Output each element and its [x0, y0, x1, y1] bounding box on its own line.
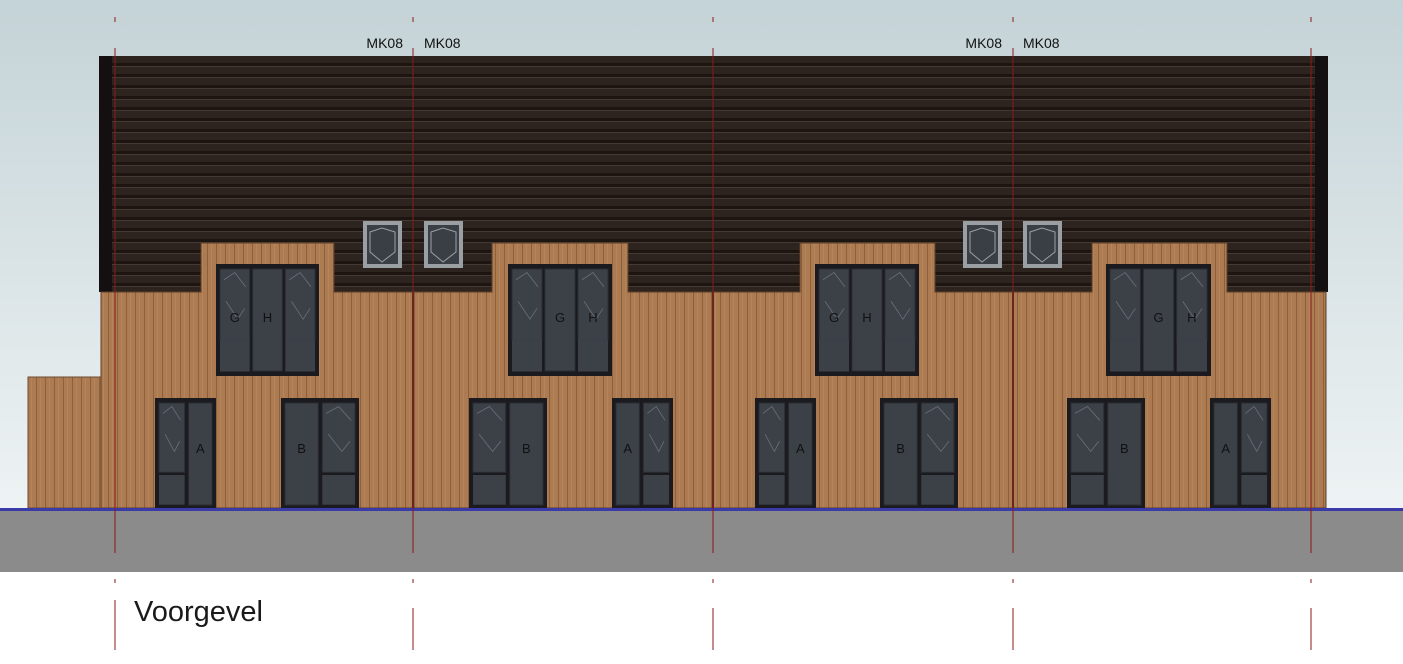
- window-code: H: [263, 310, 272, 325]
- door-code: B: [297, 441, 306, 456]
- door-unit: A: [755, 398, 816, 508]
- skylight-1: [363, 221, 402, 268]
- upper-window: GH: [216, 264, 319, 376]
- skylight-2: [424, 221, 463, 268]
- window-code: H: [1187, 310, 1196, 325]
- window-code: G: [230, 310, 240, 325]
- door-code: A: [196, 441, 205, 456]
- door-code: B: [522, 441, 531, 456]
- door-unit: A: [612, 398, 673, 508]
- view-title: Voorgevel: [134, 596, 263, 628]
- door-unit: B: [880, 398, 958, 508]
- side-shed: [27, 376, 102, 509]
- skylight-3: [963, 221, 1002, 268]
- door-code: A: [1221, 441, 1230, 456]
- door-code: A: [623, 441, 632, 456]
- marker-label: MK08: [366, 35, 403, 51]
- door-unit: A: [1210, 398, 1271, 508]
- upper-window: GH: [1106, 264, 1211, 376]
- skylight-4: [1023, 221, 1062, 268]
- window-code: H: [862, 310, 871, 325]
- door-code: A: [796, 441, 805, 456]
- marker-label: MK08: [424, 35, 461, 51]
- elevation-drawing: GHGHGHGH ABBAABBA MK08 MK08 MK08 MK08: [0, 0, 1403, 664]
- window-code: G: [1153, 310, 1163, 325]
- window-code: G: [829, 310, 839, 325]
- upper-window: GH: [508, 264, 612, 376]
- marker-label: MK08: [965, 35, 1002, 51]
- door-unit: B: [281, 398, 359, 508]
- window-code: H: [588, 310, 597, 325]
- door-code: B: [896, 441, 905, 456]
- door-unit: A: [155, 398, 216, 508]
- door-unit: B: [1067, 398, 1145, 508]
- upper-window: GH: [815, 264, 919, 376]
- marker-label: MK08: [1023, 35, 1060, 51]
- window-code: G: [555, 310, 565, 325]
- door-unit: B: [469, 398, 547, 508]
- ground: [0, 508, 1403, 664]
- door-code: B: [1120, 441, 1129, 456]
